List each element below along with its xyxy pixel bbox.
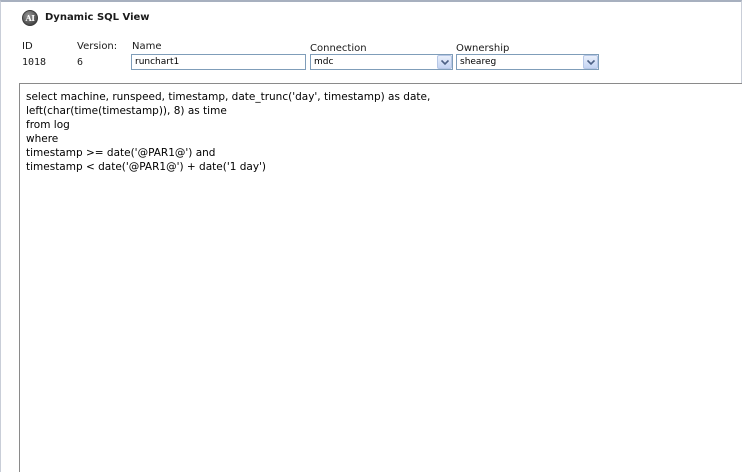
dynamic-sql-view-window: AI Dynamic SQL View ID Version: Name Con… [0,0,742,472]
sql-line: timestamp >= date('@PAR1@') and [26,147,216,159]
sql-line: select machine, runspeed, timestamp, dat… [26,91,431,103]
chevron-down-icon [587,59,595,66]
sql-line: timestamp < date('@PAR1@') + date('1 day… [26,161,267,173]
ownership-label: Ownership [456,43,510,54]
version-label: Version: [77,41,118,52]
sql-editor[interactable]: select machine, runspeed, timestamp, dat… [19,83,742,472]
ownership-selected-value: sheareg [460,57,497,67]
sql-line: left(char(time(timestamp)), 8) as time [26,105,227,117]
sql-line: where [26,133,59,145]
ownership-select[interactable]: sheareg [456,54,599,70]
id-label: ID [22,41,33,52]
connection-dropdown-button[interactable] [437,55,452,69]
connection-select[interactable]: mdc [310,54,453,70]
sql-line: from log [26,119,70,131]
name-label: Name [132,41,162,52]
window-title: Dynamic SQL View [45,12,150,23]
chevron-down-icon [441,59,449,66]
id-value: 1018 [22,57,47,68]
ownership-dropdown-button[interactable] [583,55,598,69]
ai-logo-icon: AI [22,10,38,26]
name-input[interactable] [131,54,306,70]
version-value: 6 [77,57,84,68]
connection-selected-value: mdc [314,57,334,67]
connection-label: Connection [310,43,367,54]
title-bar: AI Dynamic SQL View [1,2,741,34]
